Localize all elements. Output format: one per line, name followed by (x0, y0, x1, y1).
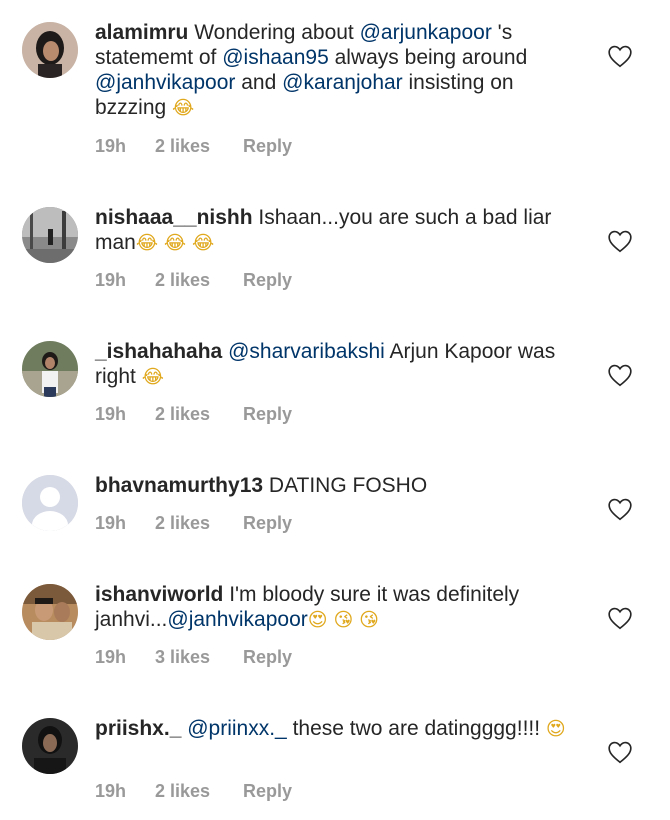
likes-count[interactable]: 2 likes (155, 781, 243, 802)
heart-eyes-emoji: 😍 (307, 609, 328, 631)
kiss-emoji: 😘 (359, 609, 379, 631)
avatar[interactable] (22, 475, 78, 531)
timestamp: 19h (95, 270, 127, 290)
timestamp: 19h (95, 781, 127, 801)
comment-text: these two are datingggg!!!! (286, 717, 546, 740)
timestamp: 19h (95, 647, 127, 667)
laughing-emoji: 😂 (172, 97, 195, 119)
likes-count[interactable]: 2 likes (155, 270, 243, 291)
mention-link[interactable]: @arjunkapoor (360, 21, 492, 44)
timestamp: 19h (95, 404, 127, 424)
avatar[interactable] (22, 207, 78, 263)
mention-link[interactable]: @janhvikapoor (95, 71, 235, 94)
username[interactable]: alamimru (95, 21, 188, 44)
laughing-emoji: 😂 (191, 232, 215, 254)
comment-meta: 19h 2 likes Reply (95, 513, 292, 534)
heart-eyes-emoji: 😍 (545, 718, 566, 740)
username[interactable]: nishaaa__nishh (95, 206, 253, 229)
comment-body: bhavnamurthy13 DATING FOSHO (95, 473, 575, 498)
reply-button[interactable]: Reply (243, 781, 292, 802)
reply-button[interactable]: Reply (243, 136, 292, 157)
username[interactable]: bhavnamurthy13 (95, 474, 263, 497)
comment-body: alamimru Wondering about @arjunkapoor 's… (95, 20, 575, 121)
likes-count[interactable]: 2 likes (155, 404, 243, 425)
heart-icon[interactable] (607, 44, 633, 68)
comment-meta: 19h 3 likes Reply (95, 647, 292, 668)
comment-body: nishaaa__nishh Ishaan...you are such a b… (95, 205, 575, 256)
username[interactable]: priishx._ (95, 717, 181, 740)
comment-meta: 19h 2 likes Reply (95, 136, 292, 157)
kiss-emoji: 😘 (333, 609, 354, 631)
comment-meta: 19h 2 likes Reply (95, 781, 292, 802)
comment-meta: 19h 2 likes Reply (95, 270, 292, 291)
comment-text: DATING FOSHO (263, 474, 428, 497)
timestamp: 19h (95, 136, 127, 156)
comment-text: always being around (328, 46, 528, 69)
mention-link[interactable]: @priinxx._ (187, 717, 287, 740)
comment-meta: 19h 2 likes Reply (95, 404, 292, 425)
mention-link[interactable]: @karanjohar (282, 71, 403, 94)
username[interactable]: _ishahahaha (95, 340, 222, 363)
comments-list: alamimru Wondering about @arjunkapoor 's… (0, 0, 670, 820)
reply-button[interactable]: Reply (243, 513, 292, 534)
laughing-emoji: 😂 (141, 366, 164, 388)
heart-icon[interactable] (607, 363, 633, 387)
comment-text: Wondering about (188, 21, 360, 44)
avatar[interactable] (22, 584, 78, 640)
mention-link[interactable]: @ishaan95 (222, 46, 329, 69)
comment-body: priishx._ @priinxx._ these two are datin… (95, 716, 575, 742)
comment-body: ishanviworld I'm bloody sure it was defi… (95, 582, 575, 633)
heart-icon[interactable] (607, 497, 633, 521)
reply-button[interactable]: Reply (243, 270, 292, 291)
heart-icon[interactable] (607, 740, 633, 764)
reply-button[interactable]: Reply (243, 647, 292, 668)
reply-button[interactable]: Reply (243, 404, 292, 425)
likes-count[interactable]: 3 likes (155, 647, 243, 668)
likes-count[interactable]: 2 likes (155, 136, 243, 157)
timestamp: 19h (95, 513, 127, 533)
avatar[interactable] (22, 22, 78, 78)
avatar[interactable] (22, 341, 78, 397)
mention-link[interactable]: @janhvikapoor (167, 608, 307, 631)
avatar[interactable] (22, 718, 78, 774)
heart-icon[interactable] (607, 229, 633, 253)
heart-icon[interactable] (607, 606, 633, 630)
mention-link[interactable]: @sharvaribakshi (228, 340, 385, 363)
laughing-emoji: 😂 (163, 232, 187, 254)
likes-count[interactable]: 2 likes (155, 513, 243, 534)
comment-text: and (235, 71, 283, 94)
laughing-emoji: 😂 (135, 232, 159, 254)
username[interactable]: ishanviworld (95, 583, 223, 606)
comment-body: _ishahahaha @sharvaribakshi Arjun Kapoor… (95, 339, 575, 390)
